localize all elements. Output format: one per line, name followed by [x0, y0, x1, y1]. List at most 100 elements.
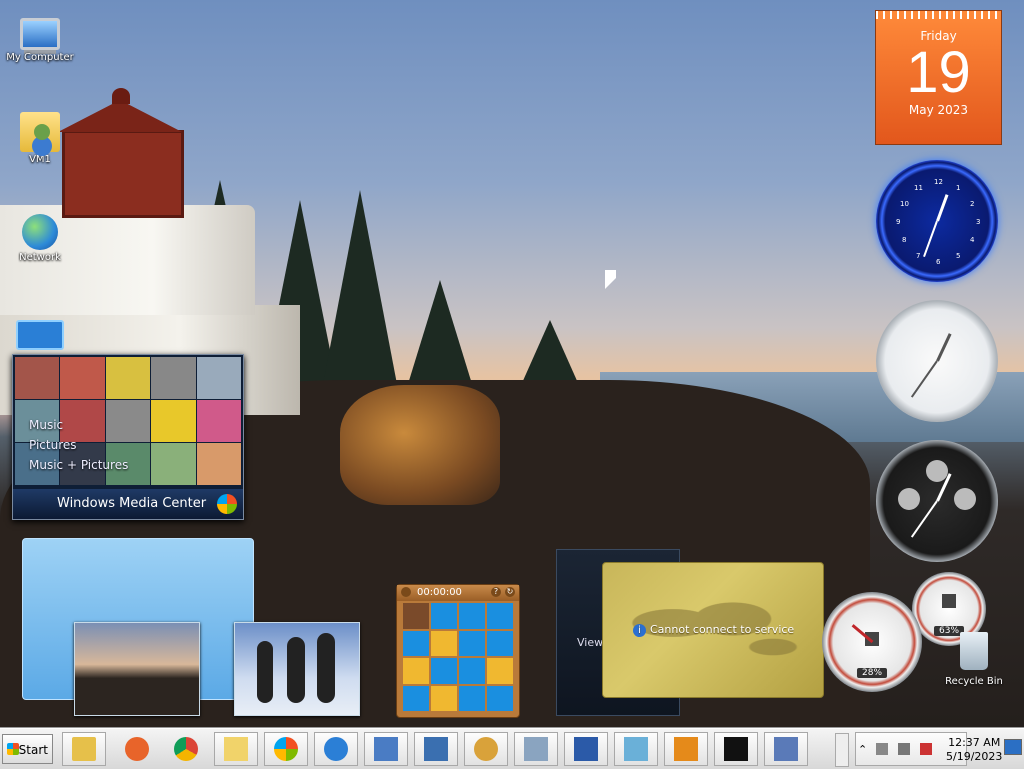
taskbar-button[interactable] — [164, 732, 208, 766]
desktop-icon-network[interactable]: Network — [0, 214, 80, 263]
puzzle-tile[interactable] — [431, 630, 457, 656]
taskbar-button[interactable] — [364, 732, 408, 766]
volume-muted-icon[interactable] — [920, 743, 932, 755]
puzzle-tile[interactable] — [459, 603, 485, 629]
taskbar-button[interactable] — [264, 732, 308, 766]
taskbar-button[interactable] — [764, 732, 808, 766]
clock-number: 12 — [934, 178, 943, 186]
clock-number: 10 — [900, 200, 909, 208]
rock — [340, 385, 500, 505]
puzzle-tile[interactable] — [431, 603, 457, 629]
puzzle-tile[interactable] — [487, 630, 513, 656]
calculator-icon — [524, 737, 548, 761]
puzzle-tile[interactable] — [487, 603, 513, 629]
clock-number: 1 — [956, 184, 961, 192]
puzzle-tile[interactable] — [459, 630, 485, 656]
calendar-date: 19 — [906, 40, 971, 105]
puzzle-grid — [403, 603, 513, 711]
taskbar-button[interactable] — [664, 732, 708, 766]
clock-gadget-dark[interactable] — [876, 440, 998, 562]
taskbar-button[interactable] — [464, 732, 508, 766]
clock-number: 3 — [976, 218, 981, 226]
currency-gadget[interactable]: i Cannot connect to service — [602, 562, 824, 698]
tray-time: 12:37 AM — [948, 736, 1001, 749]
calendar-gadget[interactable]: Friday 19 May 2023 — [875, 10, 1002, 145]
penguin — [317, 633, 335, 703]
desktop-icon-control-panel[interactable] — [0, 320, 80, 352]
clock-minute-hand — [910, 360, 938, 398]
taskbar-scroll[interactable] — [835, 733, 849, 767]
system-tray: ⌃ 12:37 AM 5/19/2023 — [855, 732, 1002, 766]
on-screen-keyboard-icon — [374, 737, 398, 761]
clock-subdial — [954, 488, 976, 510]
calendar-month: May 2023 — [908, 103, 969, 117]
recycle-bin-label[interactable]: Recycle Bin — [940, 676, 1008, 687]
taskbar-button[interactable] — [514, 732, 558, 766]
user-folder-icon — [20, 112, 60, 152]
media-center-menu: Music Pictures Music + Pictures — [29, 415, 128, 475]
media-center-menu-item[interactable]: Music — [29, 415, 128, 435]
puzzle-tile[interactable] — [487, 685, 513, 711]
action-center-flag-icon[interactable] — [876, 743, 888, 755]
media-center-menu-item[interactable]: Pictures — [29, 435, 128, 455]
taskbar-button[interactable] — [714, 732, 758, 766]
clock-minute-hand — [923, 220, 938, 258]
taskbar-button[interactable] — [214, 732, 258, 766]
cpu-meter[interactable]: 28% — [822, 592, 922, 692]
currency-error-text: Cannot connect to service — [650, 623, 795, 636]
puzzle-tile[interactable] — [403, 630, 429, 656]
puzzle-tile[interactable] — [487, 658, 513, 684]
puzzle-tile[interactable] — [431, 658, 457, 684]
puzzle-help-button[interactable]: ? — [491, 587, 501, 597]
lambda-icon — [774, 737, 798, 761]
taskbar-button[interactable] — [614, 732, 658, 766]
show-desktop-icon[interactable] — [1004, 739, 1022, 755]
start-button[interactable]: Start — [2, 734, 53, 764]
puzzle-tile[interactable] — [459, 658, 485, 684]
taskbar-button[interactable] — [564, 732, 608, 766]
show-hidden-icons-icon[interactable]: ⌃ — [858, 743, 870, 756]
desktop-icon-my-computer[interactable]: My Computer — [0, 10, 80, 63]
feed-view-link[interactable]: View — [577, 636, 603, 649]
clock-number: 4 — [970, 236, 975, 244]
puzzle-tile[interactable] — [403, 603, 429, 629]
clock-subdial — [898, 488, 920, 510]
picture-puzzle-gadget[interactable]: 00:00:00 ? ↻ — [396, 584, 520, 718]
clock-subdial — [926, 460, 948, 482]
taskbar: Start ⌃ 12:37 AM 5/19/2023 — [0, 728, 1024, 769]
7zip-icon — [724, 737, 748, 761]
taskbar-button[interactable] — [115, 732, 159, 766]
windows-update-icon — [274, 737, 298, 761]
clock-number: 6 — [936, 258, 941, 266]
clock-number: 11 — [914, 184, 923, 192]
mouse-cursor-icon — [605, 270, 616, 289]
computer-icon — [20, 18, 60, 50]
taskbar-button[interactable] — [62, 732, 106, 766]
clock-gadget-blue[interactable]: 12 1 2 3 4 5 6 7 8 9 10 11 — [876, 160, 998, 282]
media-center-gadget[interactable]: Music Pictures Music + Pictures Windows … — [12, 354, 244, 520]
puzzle-tile[interactable] — [403, 658, 429, 684]
notepad-icon — [624, 737, 648, 761]
taskbar-button[interactable] — [414, 732, 458, 766]
slideshow-thumbnail-lighthouse[interactable] — [74, 622, 200, 716]
info-icon: i — [633, 624, 646, 637]
recycle-bin-icon[interactable] — [960, 632, 988, 670]
puzzle-back-icon[interactable] — [401, 587, 411, 597]
puzzle-tile[interactable] — [459, 685, 485, 711]
clock-number: 9 — [896, 218, 901, 226]
puzzle-shuffle-button[interactable]: ↻ — [505, 587, 515, 597]
tray-clock[interactable]: 12:37 AM 5/19/2023 — [946, 736, 1002, 764]
taskbar-button[interactable] — [314, 732, 358, 766]
network-tray-icon[interactable] — [898, 743, 910, 755]
desktop-icon-label: My Computer — [6, 52, 74, 63]
firefox-icon — [125, 737, 149, 761]
media-center-menu-item[interactable]: Music + Pictures — [29, 455, 128, 475]
puzzle-tile[interactable] — [403, 685, 429, 711]
tree — [320, 190, 400, 400]
clock-gadget-silver[interactable] — [876, 300, 998, 422]
wordpad-icon — [424, 737, 448, 761]
desktop-icon-vm1[interactable]: VM1 — [0, 112, 80, 165]
folder-icon — [224, 737, 248, 761]
puzzle-tile[interactable] — [431, 685, 457, 711]
slideshow-thumbnail-penguins[interactable] — [234, 622, 360, 716]
